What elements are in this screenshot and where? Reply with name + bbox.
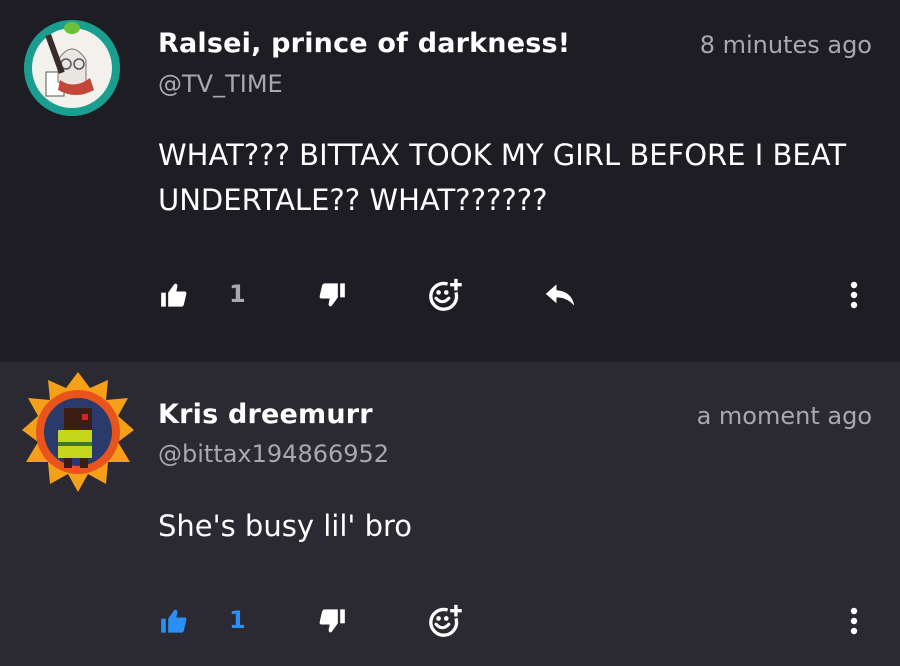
- comment-item: Kris dreemurr @bittax194866952 a moment …: [0, 362, 900, 666]
- more-vertical-icon: [850, 281, 858, 309]
- more-options-button[interactable]: [842, 604, 866, 638]
- user-avatar[interactable]: [20, 370, 136, 494]
- timestamp: a moment ago: [696, 402, 872, 430]
- like-button[interactable]: [158, 605, 190, 637]
- username[interactable]: Ralsei, prince of darkness!: [158, 28, 570, 59]
- like-button[interactable]: [158, 279, 190, 311]
- add-reaction-button[interactable]: [426, 602, 464, 640]
- thumbs-down-icon: [319, 609, 345, 633]
- user-avatar[interactable]: [24, 20, 120, 116]
- avatar-image: [24, 20, 120, 116]
- avatar-image: [22, 372, 134, 492]
- reply-icon: [545, 284, 575, 306]
- user-handle: @bittax194866952: [158, 440, 390, 468]
- add-emoji-icon: [429, 604, 462, 637]
- thumbs-down-icon: [319, 283, 345, 307]
- like-count: 1: [229, 606, 246, 634]
- reply-button[interactable]: [542, 280, 578, 310]
- add-emoji-icon: [429, 278, 462, 311]
- comment-text: WHAT??? BITTAX TOOK MY GIRL BEFORE I BEA…: [158, 138, 847, 217]
- thumbs-up-icon: [161, 283, 187, 307]
- username[interactable]: Kris dreemurr: [158, 399, 373, 430]
- more-vertical-icon: [850, 607, 858, 635]
- thumbs-up-icon: [161, 609, 187, 633]
- add-reaction-button[interactable]: [426, 276, 464, 314]
- comment-text: She's busy lil' bro: [158, 509, 413, 543]
- timestamp: 8 minutes ago: [699, 31, 872, 59]
- dislike-button[interactable]: [316, 605, 348, 637]
- like-count: 1: [229, 280, 246, 308]
- comment-item: Ralsei, prince of darkness! @TV_TIME 8 m…: [0, 0, 900, 362]
- dislike-button[interactable]: [316, 279, 348, 311]
- more-options-button[interactable]: [842, 278, 866, 312]
- user-handle: @TV_TIME: [158, 70, 283, 98]
